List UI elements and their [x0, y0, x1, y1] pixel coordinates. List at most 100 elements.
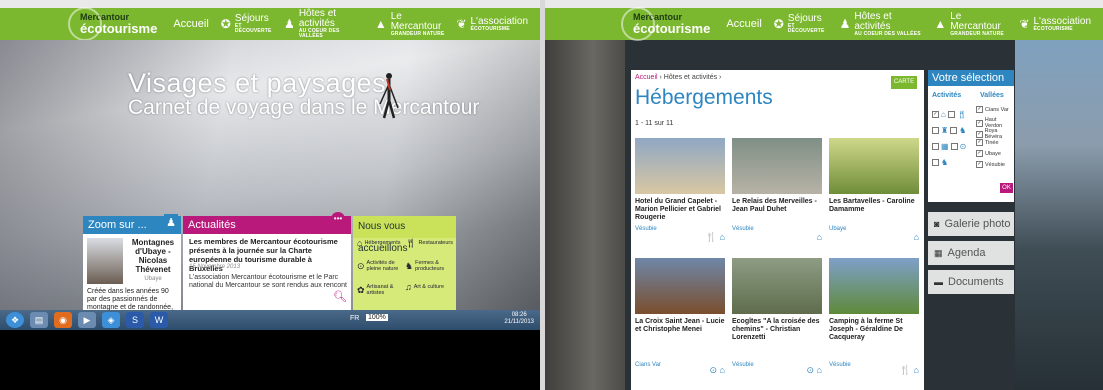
checkbox[interactable]: ✓: [976, 139, 983, 146]
nav-item-hotes[interactable]: ♟ Hôtes et activités AU COEUR DES VALLÉES: [839, 11, 923, 37]
page-title: Hébergements: [635, 86, 773, 109]
listing-title[interactable]: Ecogîtes "A la croisée des chemins" - Ch…: [732, 318, 822, 342]
checkbox[interactable]: [932, 127, 939, 134]
system-clock[interactable]: 08:26 21/11/2013: [504, 312, 534, 326]
checkbox[interactable]: [950, 143, 958, 150]
welcome-item-fermes[interactable]: ♞ Fermes & producteurs: [405, 260, 453, 272]
listing-tile[interactable]: Ecogîtes "A la croisée des chemins" - Ch…: [732, 258, 824, 375]
zoom-place: Ubaye: [144, 276, 162, 282]
listing-photo[interactable]: [635, 138, 725, 194]
language-indicator[interactable]: FR: [350, 315, 359, 322]
listing-title[interactable]: Hotel du Grand Capelet - Marion Pellicie…: [635, 198, 725, 222]
activity-filter-row[interactable]: ♜ ♞: [932, 126, 966, 135]
listing-tile[interactable]: Le Relais des Merveilles - Jean Paul Duh…: [732, 138, 824, 253]
nav-item-mercantour[interactable]: ▲ Le Mercantour GRANDEUR NATURE: [934, 11, 1007, 37]
site-logo[interactable]: Mercantour écotourisme: [68, 7, 157, 41]
camera-icon: ◙: [934, 219, 940, 229]
welcome-item-artisanat[interactable]: ✿ Artisanat & artistes: [357, 284, 405, 296]
activity-filter-row[interactable]: ✓ ⌂ 🍴︎: [932, 110, 967, 119]
valley-filter-item[interactable]: ✓ Ubaye: [976, 150, 1001, 157]
house-icon: ⌂: [941, 110, 946, 119]
valley-filter-item[interactable]: ✓ Vésubie: [976, 161, 1005, 168]
welcome-item-art-culture[interactable]: ♫ Art & culture: [405, 283, 453, 292]
welcome-item-restaurateurs[interactable]: 🍴︎ Restaurateurs: [405, 238, 453, 248]
listing-category-icons: ⊙ ⌂: [709, 365, 725, 375]
search-icon[interactable]: 🔍︎: [333, 290, 347, 303]
listing-category-icons: ⊙ ⌂: [806, 365, 822, 375]
cutlery-icon: 🍴︎: [405, 238, 417, 248]
documents-button[interactable]: ▬ Documents: [928, 270, 1014, 294]
nav-item-association[interactable]: ❦ L'association ÉCOTOURISME: [456, 16, 528, 32]
nav-home-link[interactable]: Accueil: [726, 18, 761, 30]
checkbox[interactable]: ✓: [976, 161, 983, 168]
app-taskbar-icon[interactable]: ◈: [102, 312, 120, 328]
checkbox[interactable]: ✓: [976, 150, 983, 157]
listing-photo[interactable]: [635, 258, 725, 314]
listing-title[interactable]: Les Bartavelles - Caroline Damamme: [829, 198, 919, 214]
word-taskbar-icon[interactable]: W: [150, 312, 168, 328]
skype-taskbar-icon[interactable]: S: [126, 312, 144, 328]
zoom-photo[interactable]: [87, 238, 123, 284]
listing-title[interactable]: Camping à la ferme St Joseph - Géraldine…: [829, 318, 919, 342]
nav-item-association[interactable]: ❦ L'association ÉCOTOURISME: [1019, 16, 1091, 32]
news-card[interactable]: Actualités Les membres de Mercantour éco…: [183, 216, 351, 311]
news-date: 15 Novembre 2013: [189, 264, 241, 270]
explorer-taskbar-icon[interactable]: ▤: [30, 312, 48, 328]
map-icon: ▦: [941, 142, 949, 151]
welcome-item-activites[interactable]: ⊙ Activités de pleine nature: [357, 260, 405, 272]
media-taskbar-icon[interactable]: ▶: [78, 312, 96, 328]
compass-icon: ✪: [773, 17, 784, 31]
listing-photo[interactable]: [732, 258, 822, 314]
listing-photo[interactable]: [732, 138, 822, 194]
listing-photo[interactable]: [829, 258, 919, 314]
site-logo[interactable]: Mercantour écotourisme: [621, 7, 710, 41]
checkbox[interactable]: [932, 143, 939, 150]
activity-filter-row[interactable]: ♞: [932, 158, 948, 167]
listing-tile[interactable]: La Croix Saint Jean - Lucie et Christoph…: [635, 258, 727, 375]
checkbox[interactable]: ✓: [976, 106, 983, 113]
zoom-indicator[interactable]: 100%: [366, 314, 388, 321]
listing-category-icons: 🍴 ⌂: [899, 365, 919, 375]
nav-home-link[interactable]: Accueil: [173, 18, 208, 30]
ok-button[interactable]: OK: [1000, 183, 1013, 193]
listing-title[interactable]: Le Relais des Merveilles - Jean Paul Duh…: [732, 198, 822, 214]
valley-filter-item[interactable]: ✓ Tinée: [976, 139, 999, 146]
zoom-name[interactable]: Montagnes d'Ubaye - Nicolas Thévenet: [127, 238, 179, 274]
logo-mark: [68, 7, 102, 41]
checkbox[interactable]: [947, 111, 955, 118]
listing-tile[interactable]: Les Bartavelles - Caroline Damamme Ubaye ⌂: [829, 138, 921, 253]
start-button[interactable]: ❖: [6, 312, 24, 328]
person-icon: ♜: [941, 126, 949, 135]
checkbox[interactable]: [950, 127, 958, 134]
firefox-taskbar-icon[interactable]: ◉: [54, 312, 72, 328]
welcome-item-hebergements[interactable]: ⌂ Hébergements: [357, 238, 405, 248]
cutlery-icon: 🍴︎: [956, 110, 967, 119]
nav-item-sejours[interactable]: ✪ Séjours ET DÉCOUVERTE: [774, 14, 828, 34]
listing-tile[interactable]: Hotel du Grand Capelet - Marion Pellicie…: [635, 138, 727, 253]
map-button[interactable]: CARTE: [891, 76, 917, 89]
nav-item-sejours[interactable]: ✪ Séjours ET DÉCOUVERTE: [221, 14, 272, 34]
agenda-button[interactable]: ▦ Agenda: [928, 241, 1014, 265]
listing-photo[interactable]: [829, 138, 919, 194]
leaf-icon: ❦: [456, 17, 467, 31]
valleys-column-label: Vallées: [980, 92, 1004, 99]
mountain-icon: ▲: [374, 17, 387, 31]
listing-title[interactable]: La Croix Saint Jean - Lucie et Christoph…: [635, 318, 725, 334]
checkbox[interactable]: ✓: [932, 111, 939, 118]
person-icon: ♟: [839, 17, 851, 31]
checkbox[interactable]: ✓: [976, 130, 983, 138]
nav-item-mercantour[interactable]: ▲ Le Mercantour GRANDEUR NATURE: [374, 11, 445, 37]
house-icon: ⌂: [357, 238, 363, 248]
selection-header: Votre sélection: [928, 70, 1014, 86]
background-lake-right: [1015, 40, 1103, 390]
valley-filter-item[interactable]: ✓ Cians Var: [976, 106, 1009, 113]
breadcrumb-home-link[interactable]: Accueil: [635, 74, 658, 81]
activities-column-label: Activités: [932, 92, 962, 99]
listing-tile[interactable]: Camping à la ferme St Joseph - Géraldine…: [829, 258, 921, 375]
gallery-button[interactable]: ◙ Galerie photo: [928, 212, 1014, 236]
checkbox[interactable]: ✓: [976, 119, 983, 127]
nav-item-hotes[interactable]: ♟ Hôtes et activités AU COEUR DES VALLÉES: [284, 9, 363, 39]
checkbox[interactable]: [932, 159, 939, 166]
hero-title: Visages et paysages: [128, 68, 387, 98]
activity-filter-row[interactable]: ▦ ⊙: [932, 142, 966, 151]
